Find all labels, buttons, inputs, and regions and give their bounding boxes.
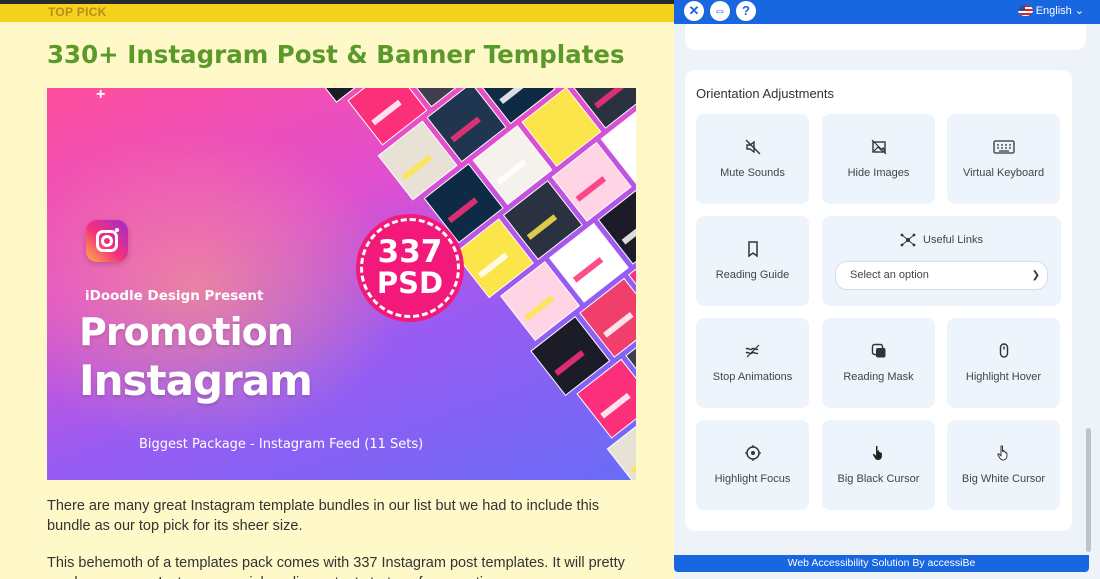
tile-reading-mask[interactable]: Reading Mask: [822, 318, 935, 408]
focus-target-icon: [696, 444, 809, 462]
plus-mark-icon: +: [96, 88, 106, 103]
article-area: TOP PICK 330+ Instagram Post & Banner Te…: [0, 0, 674, 579]
mute-speaker-icon: [696, 138, 809, 156]
mask-icon: [822, 342, 935, 360]
hero-presenter: iDoodle Design Present: [85, 288, 264, 304]
tile-stop-animations[interactable]: Stop Animations: [696, 318, 809, 408]
psd-count-badge: 337 PSD: [360, 218, 460, 318]
language-label: English: [1035, 4, 1072, 17]
hide-image-icon: [822, 138, 935, 156]
tile-label: Reading Guide: [715, 269, 790, 281]
tile-label: Reading Mask: [843, 371, 914, 383]
useful-links-label: Useful Links: [923, 234, 983, 246]
select-value: Select an option: [850, 269, 929, 281]
tile-label: Stop Animations: [712, 371, 793, 383]
us-flag-icon: [1017, 5, 1033, 16]
tile-hide-images[interactable]: Hide Images: [822, 114, 935, 204]
help-icon[interactable]: ?: [736, 1, 756, 21]
tile-big-white-cursor[interactable]: Big White Cursor: [947, 420, 1060, 510]
tile-label: Highlight Hover: [965, 371, 1042, 383]
template-collage: [301, 88, 636, 480]
mouse-icon: [947, 342, 1060, 360]
article-paragraph-2: This behemoth of a templates pack comes …: [47, 555, 625, 579]
network-links-icon: [900, 233, 916, 247]
useful-links-select[interactable]: Select an option ❯: [835, 261, 1048, 290]
chevron-down-icon: ❯: [1031, 270, 1040, 281]
black-cursor-icon: [822, 444, 935, 462]
bookmark-icon: [696, 240, 809, 258]
tile-highlight-hover[interactable]: Highlight Hover: [947, 318, 1060, 408]
accessibility-panel: ✕ ⇔ ? English ⌄ Orientation Adjustments …: [674, 0, 1100, 579]
resize-horizontal-icon[interactable]: ⇔: [710, 1, 730, 21]
close-icon[interactable]: ✕: [684, 1, 704, 21]
panel-scrollbar-thumb[interactable]: [1086, 428, 1091, 552]
panel-footer[interactable]: Web Accessibility Solution By accessiBe: [674, 555, 1089, 572]
panel-header: ✕ ⇔ ? English ⌄: [674, 0, 1100, 24]
section-title: Orientation Adjustments: [696, 86, 835, 101]
keyboard-icon: [947, 138, 1060, 156]
tile-label: Big White Cursor: [961, 473, 1046, 485]
instagram-logo-icon: [86, 220, 128, 262]
section-label: TOP PICK: [48, 5, 107, 19]
waves-icon: [696, 342, 809, 360]
orientation-adjustments-card: Orientation Adjustments Mute Sounds Hide…: [685, 70, 1072, 531]
hero-headline-line2: Instagram: [79, 356, 313, 405]
article-title: 330+ Instagram Post & Banner Templates: [47, 40, 625, 69]
tile-virtual-keyboard[interactable]: Virtual Keyboard: [947, 114, 1060, 204]
article-paragraph-1: There are many great Instagram template …: [47, 498, 600, 534]
tile-big-black-cursor[interactable]: Big Black Cursor: [822, 420, 935, 510]
tile-label: Hide Images: [847, 167, 910, 179]
hero-package-text: Biggest Package - Instagram Feed (11 Set…: [139, 437, 424, 452]
top-pick-bar: TOP PICK: [0, 0, 674, 22]
hero-image: + 337 PSD iDoodle Design Present Promoti…: [47, 88, 636, 480]
tile-label: Mute Sounds: [720, 167, 785, 179]
language-selector[interactable]: English ⌄: [1017, 4, 1084, 17]
tile-label: Virtual Keyboard: [962, 167, 1045, 179]
tile-label: Highlight Focus: [714, 473, 791, 485]
previous-section-card: [685, 24, 1086, 50]
hero-headline-line1: Promotion: [79, 310, 294, 354]
tile-mute-sounds[interactable]: Mute Sounds: [696, 114, 809, 204]
tile-label: Big Black Cursor: [837, 473, 920, 485]
chevron-down-icon: ⌄: [1074, 5, 1084, 17]
useful-links-header: Useful Links: [822, 232, 1061, 248]
tile-reading-guide[interactable]: Reading Guide: [696, 216, 809, 306]
white-cursor-icon: [947, 444, 1060, 462]
tile-useful-links: Useful Links Select an option ❯: [822, 216, 1061, 306]
badge-number: 337: [377, 234, 443, 270]
badge-unit: PSD: [376, 266, 444, 300]
tile-highlight-focus[interactable]: Highlight Focus: [696, 420, 809, 510]
